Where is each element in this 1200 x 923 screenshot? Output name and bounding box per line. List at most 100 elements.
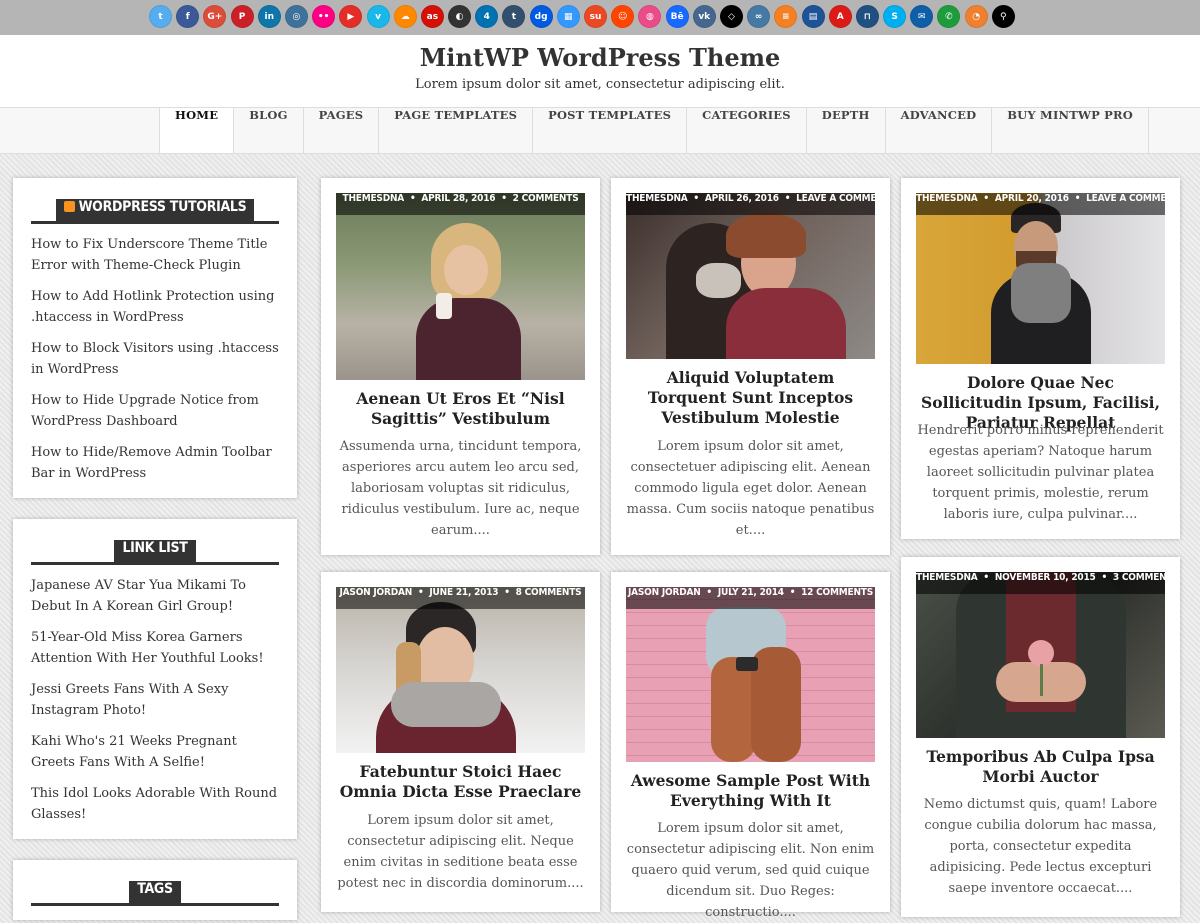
post-date[interactable]: APRIL 28, 2016 [421,193,495,204]
post-title[interactable]: Aliquid Voluptatem Torquent Sunt Incepto… [626,368,875,428]
link-list-item[interactable]: Kahi Who's 21 Weeks Pregnant Greets Fans… [31,731,283,773]
link-list-item[interactable]: Jessi Greets Fans With A Sexy Instagram … [31,679,283,721]
post-card: THEMESDNA • APRIL 20, 2016 • LEAVE A COM… [901,178,1180,539]
behance-icon[interactable]: Bē [665,5,689,28]
post-author[interactable]: THEMESDNA [343,193,405,204]
stackexchange-icon[interactable]: ▤ [801,5,825,28]
post-thumbnail[interactable]: THEMESDNA • NOVEMBER 10, 2015 • 3 COMMEN… [916,572,1165,738]
foursquare-icon[interactable]: 4 [475,5,499,28]
reddit-icon[interactable]: ☺ [611,5,635,28]
post-thumbnail[interactable]: THEMESDNA • APRIL 20, 2016 • LEAVE A COM… [916,193,1165,364]
site-header: MintWP WordPress Theme Lorem ipsum dolor… [0,35,1200,108]
post-meta: THEMESDNA • APRIL 20, 2016 • LEAVE A COM… [916,193,1165,215]
tutorial-link[interactable]: How to Block Visitors using .htaccess in… [31,338,283,380]
post-author[interactable]: JASON JORDAN [340,587,413,598]
post-title[interactable]: Temporibus Ab Culpa Ipsa Morbi Auctor [916,747,1165,787]
link-list-item[interactable]: 51-Year-Old Miss Korea Garners Attention… [31,627,283,669]
post-thumbnail[interactable]: THEMESDNA • APRIL 28, 2016 • 2 COMMENTS [336,193,585,380]
twitter-icon[interactable]: t [149,5,172,28]
post-title[interactable]: Aenean Ut Eros Et “Nisl Sagittis” Vestib… [336,389,585,429]
widget-title: TAGS [31,878,279,906]
nav-item-home[interactable]: HOME [160,108,235,153]
codepen-icon[interactable]: ◇ [719,5,743,28]
linkedin-icon[interactable]: in [257,5,281,28]
tutorial-link[interactable]: How to Fix Underscore Theme Title Error … [31,234,283,276]
post-comments[interactable]: 12 COMMENTS [801,587,873,598]
post-meta: THEMESDNA • APRIL 26, 2016 • LEAVE A COM… [626,193,875,215]
stackoverflow-icon[interactable]: ≡ [774,5,798,28]
phone-icon[interactable]: ✆ [937,5,961,28]
post-date[interactable]: NOVEMBER 10, 2015 [995,572,1096,583]
email-icon[interactable]: ✉ [910,5,934,28]
flickr-icon[interactable]: •• [312,5,336,28]
tutorial-link[interactable]: How to Hide/Remove Admin Toolbar Bar in … [31,442,283,484]
nav-item-advanced[interactable]: ADVANCED [886,108,993,153]
github-icon[interactable]: ◐ [448,5,472,28]
pinterest-icon[interactable]: P [230,5,254,28]
post-author[interactable]: JASON JORDAN [628,587,701,598]
post-comments[interactable]: 8 COMMENTS [516,587,582,598]
widget-title: WORDPRESS TUTORIALS [31,196,279,224]
nav-item-buy-pro[interactable]: BUY MINTWP PRO [992,108,1149,153]
post-date[interactable]: JULY 21, 2014 [718,587,784,598]
post-thumbnail[interactable]: THEMESDNA • APRIL 26, 2016 • LEAVE A COM… [626,193,875,359]
angularjs-icon[interactable]: A [828,5,852,28]
nav-item-blog[interactable]: BLOG [234,108,304,153]
post-comments[interactable]: 3 COMMENTS [1113,572,1165,583]
link-list-item[interactable]: Japanese AV Star Yua Mikami To Debut In … [31,575,283,617]
post-author[interactable]: THEMESDNA [916,193,978,204]
bitbucket-icon[interactable]: ⊓ [855,5,879,28]
skype-icon[interactable]: S [883,5,907,28]
lastfm-icon[interactable]: as [420,5,444,28]
nav-item-page-templates[interactable]: PAGE TEMPLATES [379,108,534,153]
post-title[interactable]: Awesome Sample Post With Everything With… [626,771,875,811]
widget-title: LINK LIST [31,537,279,565]
widget-wordpress-tutorials: WORDPRESS TUTORIALS How to Fix Underscor… [13,178,297,498]
google-plus-icon[interactable]: G+ [203,5,227,28]
instagram-icon[interactable]: ◎ [284,5,308,28]
tutorial-link[interactable]: How to Hide Upgrade Notice from WordPres… [31,390,283,432]
post-excerpt: Lorem ipsum dolor sit amet, consectetuer… [626,439,875,538]
menu: HOME BLOG PAGES PAGE TEMPLATES POST TEMP… [159,108,1149,153]
site-title[interactable]: MintWP WordPress Theme [0,43,1200,72]
rss-icon[interactable]: ◔ [964,5,988,28]
rss-icon[interactable] [63,201,75,212]
widget-title-text: WORDPRESS TUTORIALS [78,199,247,215]
facebook-icon[interactable]: f [176,5,200,28]
post-comments[interactable]: LEAVE A COMMENT [1086,193,1165,204]
youtube-icon[interactable]: ▶ [339,5,363,28]
post-card: THEMESDNA • APRIL 28, 2016 • 2 COMMENTS … [321,178,600,555]
post-card: THEMESDNA • APRIL 26, 2016 • LEAVE A COM… [611,178,890,555]
post-date[interactable]: APRIL 26, 2016 [705,193,779,204]
post-card: JASON JORDAN • JULY 21, 2014 • 12 COMMEN… [611,572,890,920]
digg-icon[interactable]: dg [529,5,553,28]
main-navigation: HOME BLOG PAGES PAGE TEMPLATES POST TEMP… [0,108,1200,154]
post-author[interactable]: THEMESDNA [626,193,688,204]
post-date[interactable]: APRIL 20, 2016 [995,193,1069,204]
post-date[interactable]: JUNE 21, 2013 [429,587,498,598]
post-comments[interactable]: 2 COMMENTS [513,193,579,204]
link-list-item[interactable]: This Idol Looks Adorable With Round Glas… [31,783,283,825]
post-comments[interactable]: LEAVE A COMMENT [796,193,875,204]
post-excerpt: Hendrerit porro minus reprehenderit eges… [917,423,1164,522]
jsfiddle-icon[interactable]: ∞ [747,5,771,28]
nav-item-pages[interactable]: PAGES [304,108,380,153]
tutorial-link[interactable]: How to Add Hotlink Protection using .hta… [31,286,283,328]
vk-icon[interactable]: vk [692,5,716,28]
post-thumbnail[interactable]: JASON JORDAN • JULY 21, 2014 • 12 COMMEN… [626,587,875,762]
post-author[interactable]: THEMESDNA [916,572,978,583]
search-icon[interactable]: ⚲ [991,5,1015,28]
post-thumbnail[interactable]: JASON JORDAN • JUNE 21, 2013 • 8 COMMENT… [336,587,585,753]
post-title[interactable]: Fatebuntur Stoici Haec Omnia Dicta Esse … [336,762,585,802]
nav-item-post-templates[interactable]: POST TEMPLATES [533,108,688,153]
delicious-icon[interactable]: ▦ [556,5,580,28]
stumbleupon-icon[interactable]: su [584,5,607,28]
vimeo-icon[interactable]: v [366,5,390,28]
post-meta: JASON JORDAN • JUNE 21, 2013 • 8 COMMENT… [336,587,585,609]
dribbble-icon[interactable]: ◍ [638,5,662,28]
nav-item-categories[interactable]: CATEGORIES [687,108,807,153]
post-excerpt: Nemo dictumst quis, quam! Labore congue … [923,797,1158,896]
tumblr-icon[interactable]: t [502,5,526,28]
nav-item-depth[interactable]: DEPTH [807,108,886,153]
soundcloud-icon[interactable]: ☁ [393,5,417,28]
